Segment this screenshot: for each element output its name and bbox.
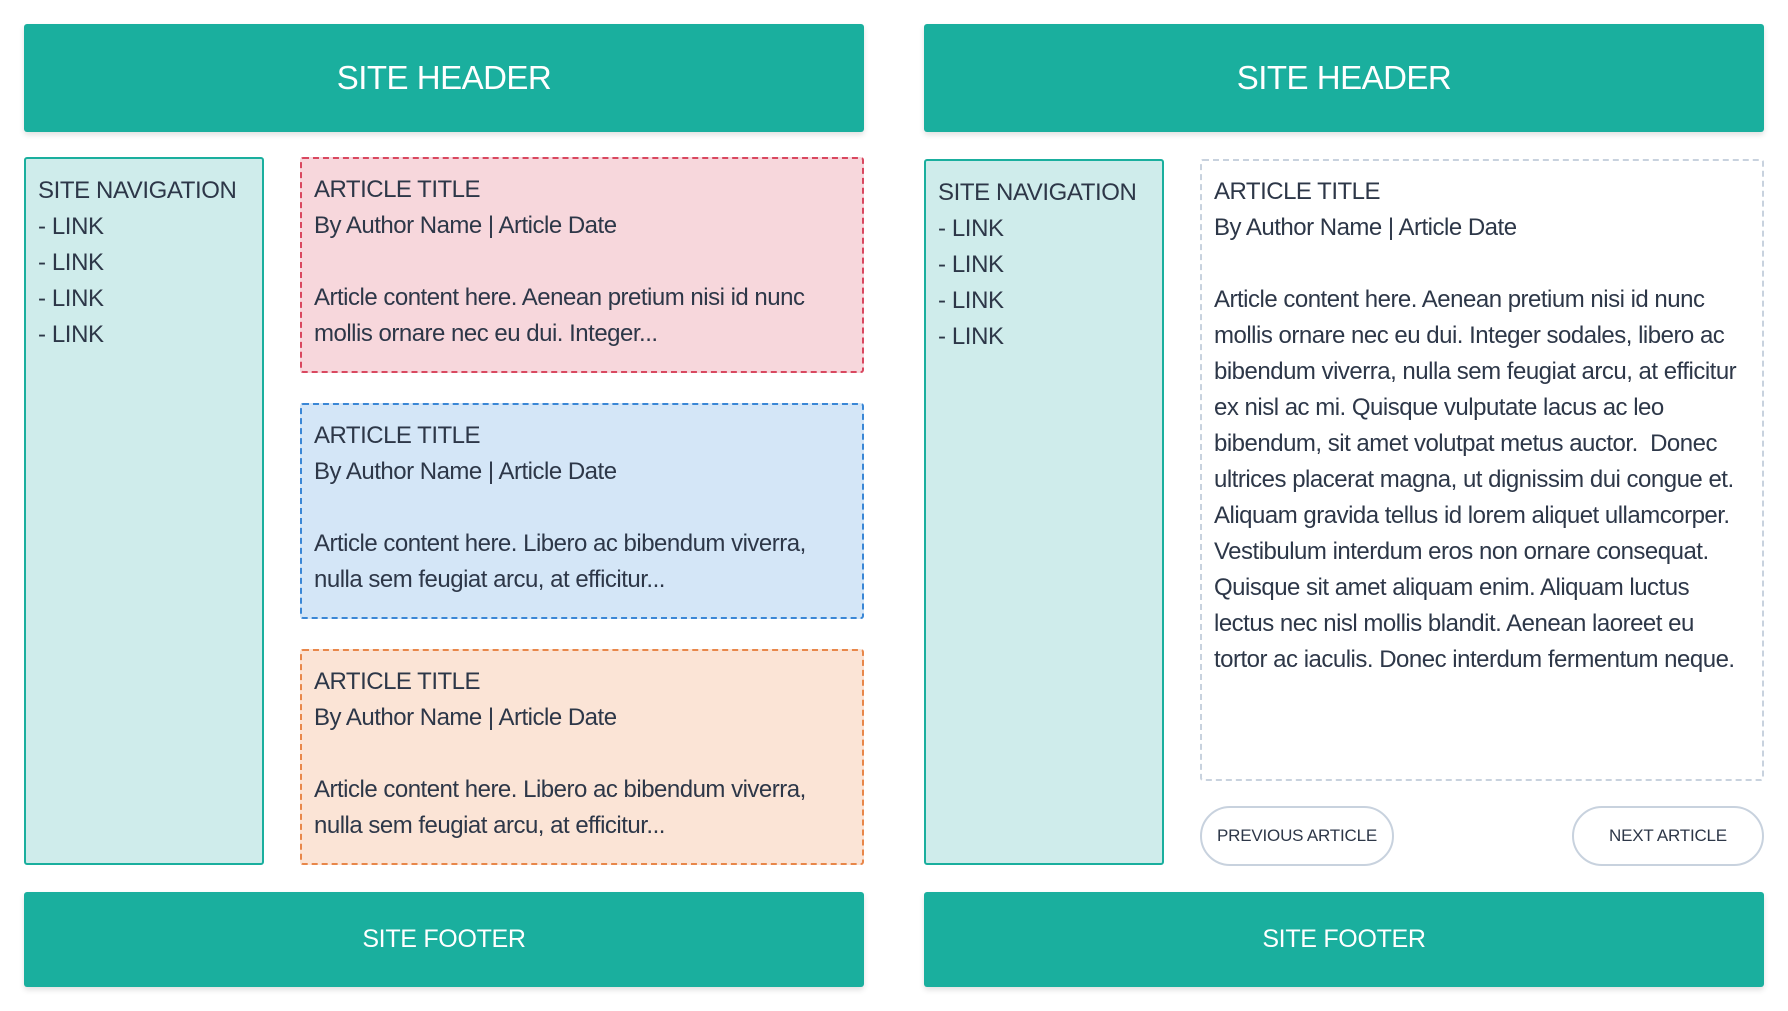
- nav-link[interactable]: - LINK: [38, 245, 250, 281]
- article-card[interactable]: ARTICLE TITLE By Author Name | Article D…: [300, 157, 864, 373]
- nav-link[interactable]: - LINK: [938, 247, 1150, 283]
- article-byline: By Author Name | Article Date: [314, 458, 617, 485]
- nav-title: SITE NAVIGATION: [38, 177, 237, 204]
- footer-text: SITE FOOTER: [1262, 925, 1426, 953]
- nav-link[interactable]: - LINK: [938, 319, 1150, 355]
- nav-link[interactable]: - LINK: [38, 209, 250, 245]
- article-title: ARTICLE TITLE: [314, 422, 481, 449]
- header-text: SITE HEADER: [336, 59, 552, 96]
- nav-title: SITE NAVIGATION: [938, 179, 1137, 206]
- article-excerpt: Article content here. Aenean pretium nis…: [314, 284, 805, 347]
- header-text: SITE HEADER: [1236, 59, 1452, 96]
- article-byline: By Author Name | Article Date: [314, 212, 617, 239]
- nav-link[interactable]: - LINK: [938, 283, 1150, 319]
- button-label: PREVIOUS ARTICLE: [1217, 826, 1377, 845]
- site-navigation: SITE NAVIGATION - LINK - LINK - LINK - L…: [924, 159, 1164, 865]
- article-excerpt: Article content here. Libero ac bibendum…: [314, 530, 806, 593]
- footer-text: SITE FOOTER: [362, 925, 526, 953]
- article-title: ARTICLE TITLE: [314, 176, 481, 203]
- article-title: ARTICLE TITLE: [1214, 178, 1381, 205]
- button-label: NEXT ARTICLE: [1609, 826, 1727, 845]
- article-title: ARTICLE TITLE: [314, 668, 481, 695]
- article-byline: By Author Name | Article Date: [314, 704, 617, 731]
- article-byline: By Author Name | Article Date: [1214, 214, 1517, 241]
- site-navigation: SITE NAVIGATION - LINK - LINK - LINK - L…: [24, 157, 264, 865]
- article-body: Article content here. Aenean pretium nis…: [1214, 286, 1743, 673]
- nav-link[interactable]: - LINK: [38, 281, 250, 317]
- next-article-button[interactable]: NEXT ARTICLE: [1572, 806, 1764, 866]
- article-card[interactable]: ARTICLE TITLE By Author Name | Article D…: [300, 403, 864, 619]
- article-excerpt: Article content here. Libero ac bibendum…: [314, 776, 806, 839]
- previous-article-button[interactable]: PREVIOUS ARTICLE: [1200, 806, 1394, 866]
- site-header: SITE HEADER: [924, 24, 1764, 132]
- nav-link[interactable]: - LINK: [938, 211, 1150, 247]
- site-footer: SITE FOOTER: [924, 892, 1764, 987]
- site-footer: SITE FOOTER: [24, 892, 864, 987]
- site-header: SITE HEADER: [24, 24, 864, 132]
- nav-link[interactable]: - LINK: [38, 317, 250, 353]
- article-card[interactable]: ARTICLE TITLE By Author Name | Article D…: [300, 649, 864, 865]
- article-full: ARTICLE TITLE By Author Name | Article D…: [1200, 159, 1764, 781]
